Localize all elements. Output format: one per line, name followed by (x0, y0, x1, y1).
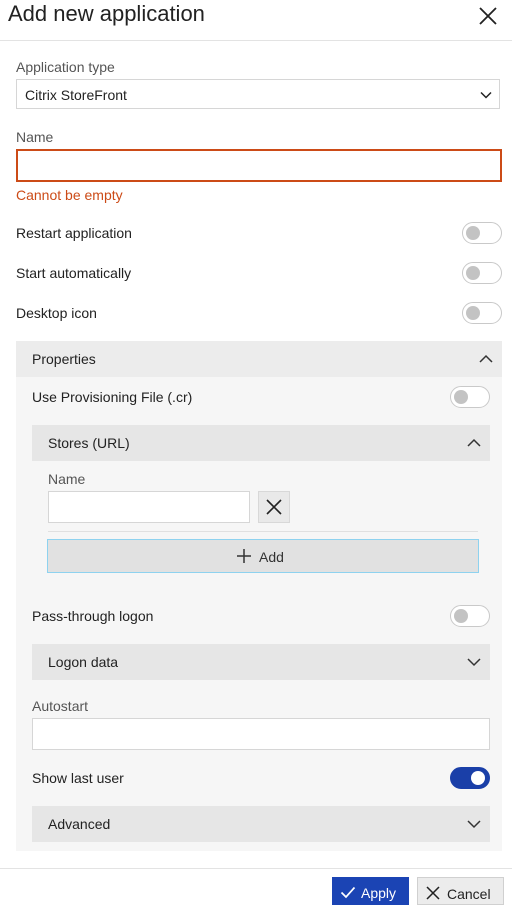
toggle-knob (466, 266, 480, 280)
start-auto-toggle[interactable] (462, 262, 502, 284)
divider (48, 531, 478, 532)
passthrough-toggle[interactable] (450, 605, 490, 627)
show-last-user-label: Show last user (32, 770, 124, 786)
restart-label: Restart application (16, 225, 132, 241)
toggle-knob (466, 306, 480, 320)
logon-data-title: Logon data (48, 654, 119, 670)
apply-button[interactable]: Apply (332, 877, 409, 905)
advanced-title: Advanced (48, 816, 111, 832)
desktop-icon-label: Desktop icon (16, 305, 97, 321)
app-type-select[interactable]: Citrix StoreFront (16, 79, 500, 109)
properties-header[interactable]: Properties (16, 341, 502, 377)
cancel-label: Cancel (447, 886, 491, 902)
stores-header[interactable]: Stores (URL) (32, 425, 490, 461)
desktop-icon-toggle[interactable] (462, 302, 502, 324)
chevron-down-icon (480, 91, 492, 99)
passthrough-label: Pass-through logon (32, 608, 154, 624)
add-store-button[interactable]: Add (47, 539, 479, 573)
autostart-input[interactable] (32, 718, 490, 750)
chevron-down-icon (467, 820, 481, 829)
dialog-header: Add new application (0, 0, 512, 41)
chevron-up-icon (479, 354, 493, 363)
toggle-knob (454, 390, 468, 404)
cancel-button[interactable]: Cancel (417, 877, 504, 905)
start-auto-label: Start automatically (16, 265, 132, 281)
autostart-label: Autostart (32, 698, 89, 714)
store-name-input[interactable] (48, 491, 250, 523)
add-label: Add (259, 549, 284, 565)
chevron-up-icon (467, 438, 481, 447)
toggle-knob (466, 226, 480, 240)
dialog-title: Add new application (8, 1, 205, 26)
remove-store-button[interactable] (258, 491, 290, 523)
close-icon (426, 886, 440, 900)
name-input[interactable] (16, 149, 502, 182)
close-icon (266, 499, 282, 515)
logon-data-header[interactable]: Logon data (32, 644, 490, 680)
properties-title: Properties (32, 351, 96, 367)
chevron-down-icon (467, 658, 481, 667)
provisioning-label: Use Provisioning File (.cr) (32, 389, 193, 405)
provisioning-toggle[interactable] (450, 386, 490, 408)
checkmark-icon (340, 886, 356, 899)
advanced-header[interactable]: Advanced (32, 806, 490, 842)
apply-label: Apply (361, 885, 397, 901)
toggle-knob (471, 771, 485, 785)
app-type-value: Citrix StoreFront (25, 87, 127, 103)
show-last-user-toggle[interactable] (450, 767, 490, 789)
toggle-knob (454, 609, 468, 623)
store-name-label: Name (48, 471, 86, 487)
restart-toggle[interactable] (462, 222, 502, 244)
app-type-label: Application type (16, 59, 115, 75)
name-label: Name (16, 129, 54, 145)
name-error-message: Cannot be empty (16, 187, 123, 203)
stores-title: Stores (URL) (48, 435, 130, 451)
plus-icon (237, 549, 251, 563)
close-icon[interactable] (476, 4, 500, 28)
